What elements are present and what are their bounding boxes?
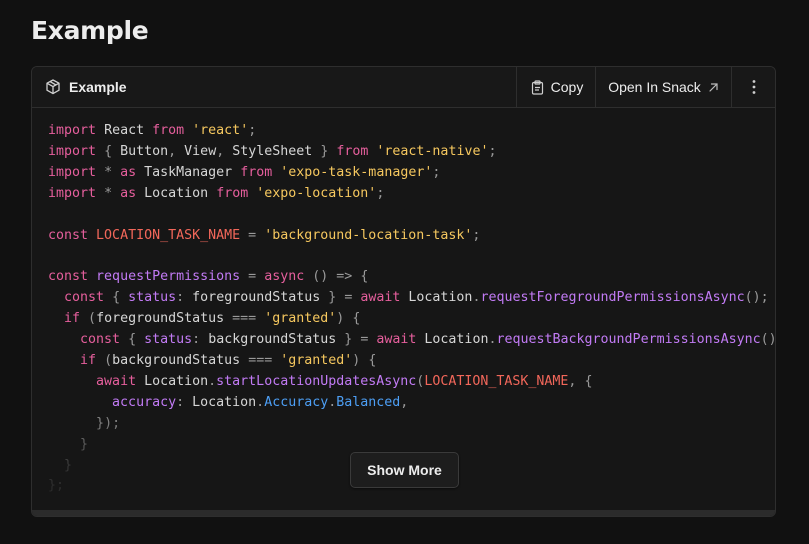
code-line: import { Button, View, StyleSheet } from…: [48, 143, 497, 159]
open-in-snack-label: Open In Snack: [608, 79, 701, 95]
page-title: Example: [31, 16, 149, 45]
more-options-button[interactable]: [731, 67, 775, 107]
code-line: await Location.startLocationUpdatesAsync…: [96, 373, 593, 389]
code-line: import React from 'react';: [48, 123, 257, 138]
horizontal-scrollbar[interactable]: [32, 510, 775, 516]
code-example-card: Example Copy Open In Snack import React …: [31, 66, 776, 517]
card-title-label: Example: [69, 79, 127, 95]
code-line: }: [64, 457, 73, 473]
card-title: Example: [44, 67, 127, 107]
card-header: Example Copy Open In Snack: [32, 67, 775, 108]
vertical-dots-icon: [752, 79, 756, 95]
code-line: });: [96, 415, 121, 431]
code-line: }: [80, 436, 89, 452]
code-line: import * as TaskManager from 'expo-task-…: [48, 164, 441, 180]
show-more-button[interactable]: Show More: [350, 452, 459, 488]
copy-button-label: Copy: [550, 79, 584, 95]
clipboard-icon: [530, 79, 545, 95]
code-line: const requestPermissions = async () => {: [48, 269, 369, 285]
code-line: const { status: foregroundStatus } = awa…: [64, 290, 769, 306]
code-line: };: [48, 478, 65, 494]
open-in-snack-button[interactable]: Open In Snack: [595, 67, 732, 107]
snack-cube-icon: [44, 78, 62, 96]
arrow-up-right-icon: [707, 81, 720, 94]
code-line: if (backgroundStatus === 'granted') {: [80, 352, 377, 368]
code-line: import * as Location from 'expo-location…: [48, 185, 385, 201]
copy-button[interactable]: Copy: [516, 67, 596, 107]
code-line: if (foregroundStatus === 'granted') {: [64, 311, 361, 327]
code-line: accuracy: Location.Accuracy.Balanced,: [112, 394, 409, 410]
code-line: const LOCATION_TASK_NAME = 'background-l…: [48, 227, 481, 243]
code-line: const { status: backgroundStatus } = awa…: [80, 332, 776, 348]
code-block: import React from 'react'; import { Butt…: [48, 121, 776, 497]
